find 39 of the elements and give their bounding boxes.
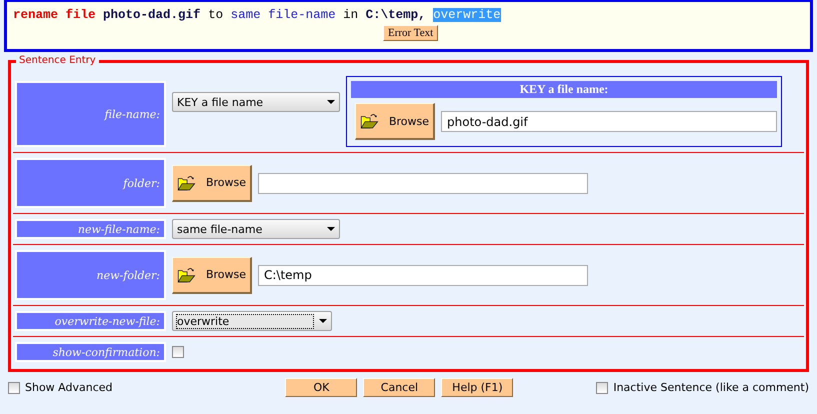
- checkbox-label: Inactive Sentence (like a comment): [613, 381, 809, 394]
- sentence-word[interactable]: rename: [13, 8, 58, 22]
- sentence-word[interactable]: file: [66, 8, 96, 22]
- input-field[interactable]: C:\temp: [258, 264, 588, 286]
- panel-header: KEY a file name:: [351, 81, 777, 98]
- dialog-button[interactable]: Help (F1): [441, 378, 514, 397]
- checkbox[interactable]: [596, 382, 608, 394]
- browse-button[interactable]: Browse: [172, 256, 252, 294]
- sentence-word[interactable]: C:\temp,: [366, 8, 426, 22]
- field-label: new-file-name:: [15, 219, 166, 239]
- field-label: new-folder:: [15, 250, 166, 300]
- browse-button[interactable]: Browse: [355, 103, 435, 140]
- input-field[interactable]: photo-dad.gif: [441, 111, 777, 132]
- checkbox[interactable]: [172, 346, 184, 358]
- dialog-button[interactable]: Cancel: [363, 378, 436, 397]
- dropdown[interactable]: same file-name: [172, 219, 340, 239]
- dropdown[interactable]: KEY a file name: [172, 92, 340, 112]
- caret-icon: [327, 227, 335, 231]
- field-label: file-name:: [15, 81, 166, 147]
- field-label: show-confirmation:: [15, 342, 166, 362]
- checkbox[interactable]: [8, 382, 20, 394]
- checkbox-label: Show Advanced: [25, 381, 113, 394]
- dropdown-value: same file-name: [177, 222, 262, 236]
- field-label: overwrite-new-file:: [15, 311, 166, 331]
- dropdown[interactable]: overwrite: [172, 311, 332, 331]
- sentence-word[interactable]: to: [208, 8, 224, 22]
- input-field[interactable]: [258, 172, 588, 194]
- sentence-word[interactable]: photo-dad.gif: [103, 8, 201, 22]
- dialog-button[interactable]: OK: [285, 378, 358, 397]
- error-text-button[interactable]: Error Text: [383, 25, 438, 41]
- sentence-word[interactable]: same file-name: [230, 8, 336, 22]
- browse-button[interactable]: Browse: [172, 164, 252, 202]
- field-label: folder:: [15, 158, 166, 208]
- caret-icon: [327, 100, 335, 104]
- caret-icon: [319, 319, 327, 323]
- frame-legend: Sentence Entry: [16, 55, 99, 66]
- sentence-word[interactable]: in: [343, 8, 358, 22]
- dropdown-value: overwrite: [177, 314, 313, 328]
- dropdown-value: KEY a file name: [177, 96, 264, 108]
